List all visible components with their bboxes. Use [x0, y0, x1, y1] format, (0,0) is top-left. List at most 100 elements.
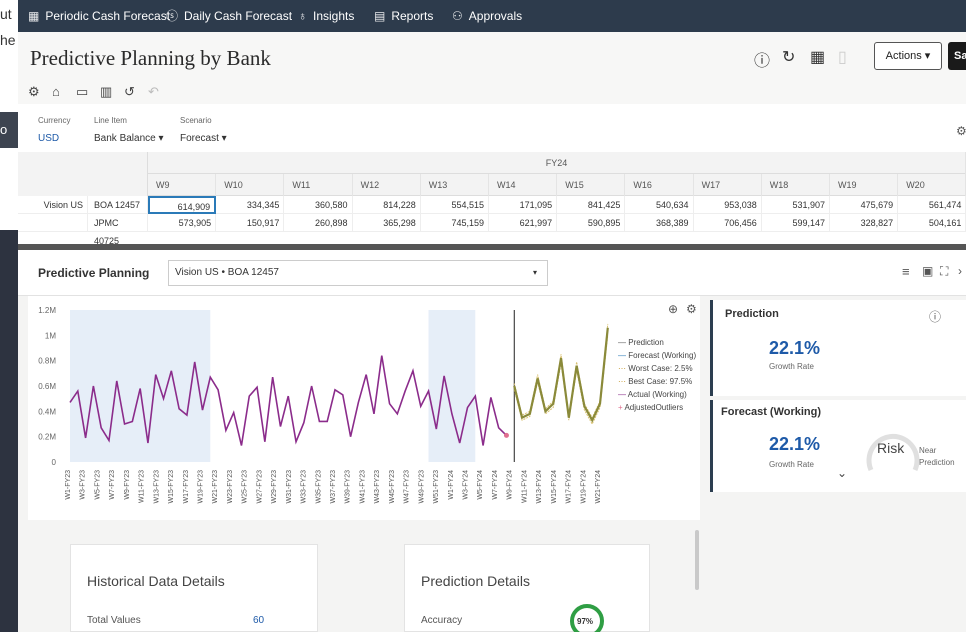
- x-tick-label: W31-FY23: [286, 470, 293, 504]
- y-tick-label: 0.6M: [38, 382, 56, 391]
- grid-cell[interactable]: 745,159: [420, 214, 489, 232]
- home-icon[interactable]: ⌂: [52, 84, 60, 99]
- shaded-region: [428, 310, 476, 462]
- nav-daily-cash-forecast[interactable]: ⓢ Daily Cash Forecast: [166, 0, 292, 32]
- background-button: o: [0, 112, 18, 148]
- adjust-icon[interactable]: ⚙: [28, 84, 40, 100]
- legend-item: + AdjustedOutliers: [618, 403, 684, 412]
- x-tick-label: W13-FY23: [153, 470, 160, 504]
- x-tick-label: W9-FY24: [507, 470, 514, 500]
- x-tick-label: W29-FY23: [271, 470, 278, 504]
- x-tick-label: W25-FY23: [242, 470, 249, 504]
- grid-cell[interactable]: 573,905: [148, 214, 217, 232]
- chart-settings-icon[interactable]: ⚙: [686, 302, 697, 316]
- refresh-icon[interactable]: ↻: [782, 47, 795, 67]
- grid-cell[interactable]: 841,425: [557, 196, 626, 214]
- forecast-series-line: [513, 327, 609, 423]
- line-item-select[interactable]: Bank Balance ▾: [94, 133, 164, 144]
- predictive-panel: Predictive Planning Vision US • BOA 1245…: [18, 250, 966, 632]
- currency-label: Currency: [38, 116, 71, 125]
- zoom-icon[interactable]: ⊕: [668, 302, 678, 316]
- grid-cell[interactable]: 561,474: [898, 196, 966, 214]
- x-tick-label: W15-FY24: [551, 470, 558, 504]
- prediction-chart: 0 0.2M 0.4M 0.6M 0.8M 1M 1.2M W1-FY23 W3-FY23 W5-…: [38, 306, 609, 504]
- grid-cell[interactable]: 171,095: [489, 196, 558, 214]
- grid-cell[interactable]: 365,298: [352, 214, 421, 232]
- nav-reports[interactable]: ▤ Reports: [374, 0, 433, 32]
- x-tick-label: W5-FY23: [94, 470, 101, 500]
- total-values-value: 60: [253, 615, 265, 626]
- save-button[interactable]: Sav: [948, 42, 966, 70]
- menu-icon[interactable]: ≡: [902, 264, 910, 279]
- info-icon[interactable]: ⓘ: [929, 308, 941, 325]
- x-tick-label: W17-FY24: [566, 470, 573, 504]
- nav-approvals[interactable]: ⚇ Approvals: [452, 0, 522, 32]
- x-tick-label: W21-FY23: [212, 470, 219, 504]
- data-grid: FY24 W9 W10 W11 W12 W13 W14 W15 W16 W17 W18 W19 W20…: [18, 152, 966, 246]
- history-icon[interactable]: ↺: [124, 84, 135, 100]
- chevron-down-icon[interactable]: ⌄: [837, 466, 847, 480]
- form-icon[interactable]: ▦: [810, 47, 825, 67]
- column-header-w20: W20: [898, 174, 966, 196]
- grid-cell[interactable]: 360,580: [284, 196, 353, 214]
- column-header-w17: W17: [694, 174, 762, 196]
- chart-area: 0 0.2M 0.4M 0.6M 0.8M 1M 1.2M W1-FY23 W3-FY23 W5-…: [28, 296, 700, 520]
- clipboard-icon[interactable]: ▣: [922, 264, 933, 278]
- accuracy-label: Accuracy: [421, 615, 463, 626]
- chart-icon[interactable]: ▥: [100, 84, 112, 100]
- grid-cell[interactable]: 475,679: [830, 196, 899, 214]
- prediction-growth-label: Growth Rate: [769, 362, 814, 371]
- x-tick-label: W51-FY23: [433, 470, 440, 504]
- row-account: JPMC 40725: [88, 214, 148, 246]
- currency-value[interactable]: USD: [38, 133, 59, 144]
- prediction-details-section: Prediction Details Accuracy 97%: [404, 544, 650, 632]
- grid-cell[interactable]: 504,161: [898, 214, 966, 232]
- x-tick-label: W33-FY23: [301, 470, 308, 504]
- disabled-icon: ▯: [838, 49, 847, 66]
- settings-icon[interactable]: ⚙: [956, 124, 966, 138]
- comment-icon[interactable]: ▭: [76, 84, 88, 100]
- actions-button[interactable]: Actions ▾: [874, 42, 942, 70]
- row-entity: Vision US: [18, 196, 88, 214]
- nav-periodic-cash-forecast[interactable]: ▦ Periodic Cash Forecast: [28, 0, 170, 32]
- column-header-w9: W9: [148, 174, 217, 196]
- grid-cell[interactable]: 599,147: [761, 214, 830, 232]
- grid-cell[interactable]: 706,456: [693, 214, 762, 232]
- scenario-select[interactable]: Forecast ▾: [180, 133, 227, 144]
- grid-cell[interactable]: 260,898: [284, 214, 353, 232]
- grid-cell[interactable]: 531,907: [761, 196, 830, 214]
- nav-insights[interactable]: ♁ Insights: [298, 0, 354, 32]
- grid-cell[interactable]: 590,895: [557, 214, 626, 232]
- legend-item: ⋯ Worst Case: 2.5%: [618, 364, 693, 373]
- grid-cell[interactable]: 554,515: [420, 196, 489, 214]
- info-icon[interactable]: ⓘ: [754, 47, 770, 71]
- grid-cell[interactable]: 540,634: [625, 196, 694, 214]
- predictive-title: Predictive Planning: [38, 266, 150, 280]
- grid-cell[interactable]: 334,345: [216, 196, 285, 214]
- x-tick-label: W43-FY23: [374, 470, 381, 504]
- expand-icon[interactable]: ⛶: [940, 264, 948, 279]
- top-nav: ▦ Periodic Cash Forecast ⓢ Daily Cash Fore…: [18, 0, 966, 32]
- forecast-card-title: Forecast (Working): [721, 406, 822, 418]
- grid-cell[interactable]: 150,917: [216, 214, 285, 232]
- column-header-w16: W16: [625, 174, 694, 196]
- historical-title: Historical Data Details: [87, 573, 225, 589]
- undo-icon: ↶: [148, 84, 159, 99]
- grid-cell[interactable]: 953,038: [693, 196, 762, 214]
- predictive-header: Predictive Planning Vision US • BOA 1245…: [18, 250, 966, 296]
- x-tick-label: W3-FY23: [80, 470, 87, 500]
- series-selector[interactable]: Vision US • BOA 12457 ▾: [168, 260, 548, 286]
- y-tick-label: 0.2M: [38, 433, 56, 442]
- prediction-card: Prediction ⓘ 22.1% Growth Rate: [710, 300, 966, 396]
- grid-corner: [18, 152, 148, 196]
- grid-cell[interactable]: 614,909: [148, 196, 217, 214]
- row-account: BOA 12457: [88, 196, 148, 214]
- column-header-w19: W19: [830, 174, 899, 196]
- grid-cell[interactable]: 368,389: [625, 214, 694, 232]
- grid-cell[interactable]: 814,228: [352, 196, 421, 214]
- scrollbar[interactable]: [695, 530, 699, 590]
- grid-cell[interactable]: 328,827: [830, 214, 899, 232]
- grid-cell[interactable]: 621,997: [489, 214, 558, 232]
- x-tick-label: W39-FY23: [345, 470, 352, 504]
- close-icon[interactable]: ›: [958, 264, 962, 278]
